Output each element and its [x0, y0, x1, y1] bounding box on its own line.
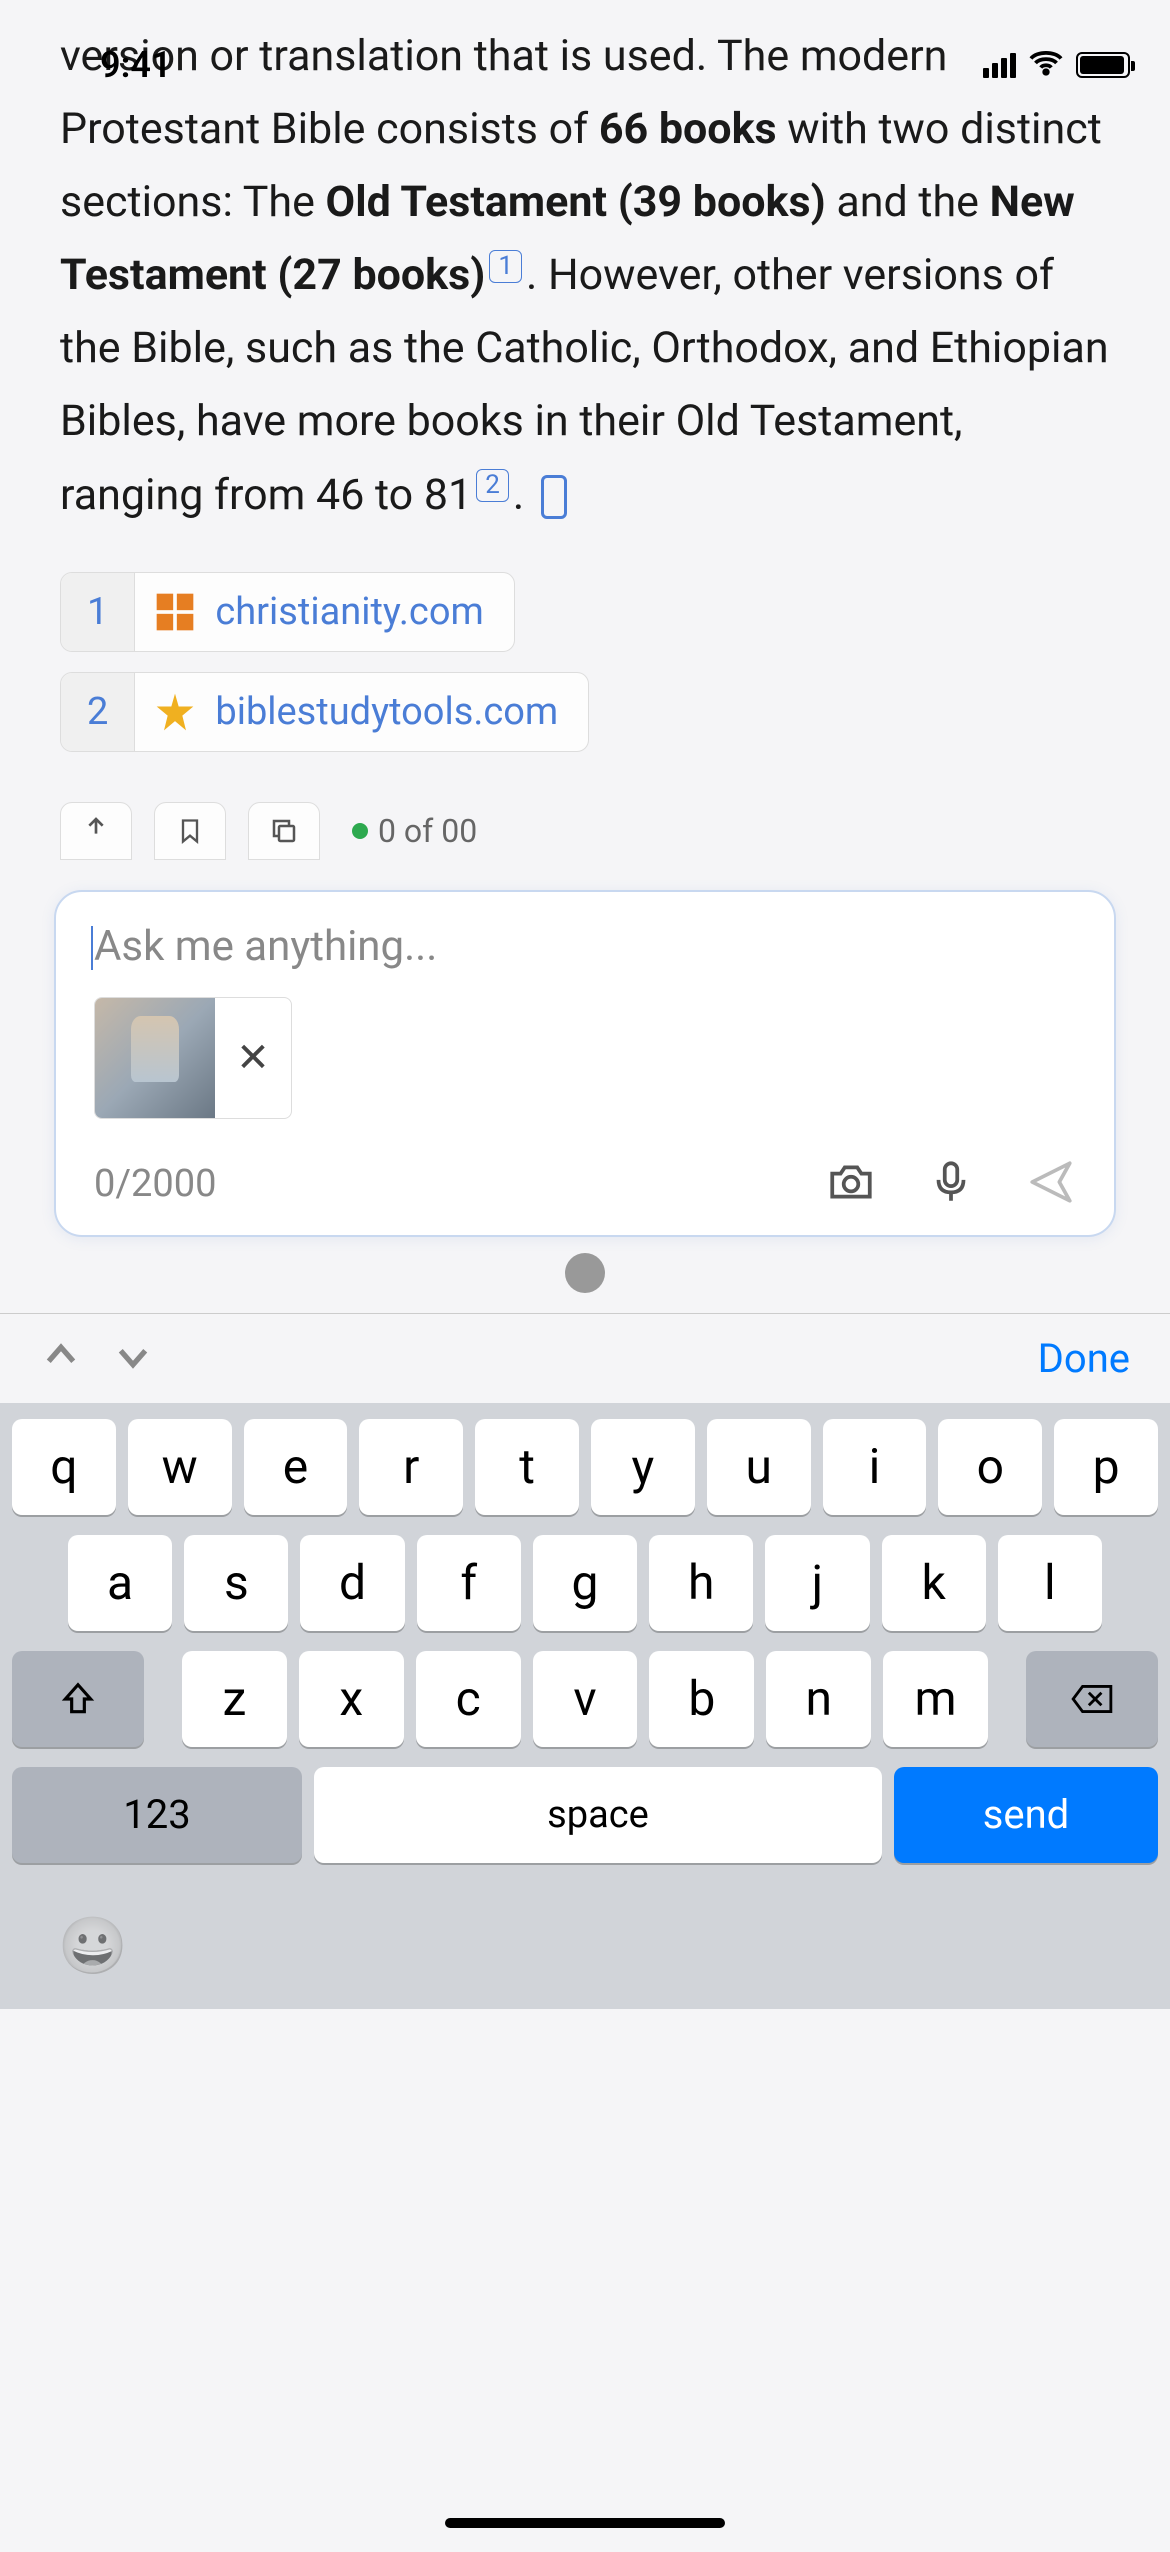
remove-attachment-button[interactable]: ✕: [215, 998, 291, 1118]
key-b[interactable]: b: [649, 1651, 754, 1747]
source-favicon-icon: [153, 690, 197, 734]
response-toolbar: 0 of 00: [0, 802, 1170, 860]
attachment-thumbnail: [95, 998, 215, 1118]
key-x[interactable]: x: [299, 1651, 404, 1747]
key-n[interactable]: n: [766, 1651, 871, 1747]
bookmark-button[interactable]: [154, 802, 226, 860]
keyboard-send-key[interactable]: send: [894, 1767, 1158, 1863]
text-cursor: [91, 926, 93, 970]
key-q[interactable]: q: [12, 1419, 116, 1515]
key-z[interactable]: z: [182, 1651, 287, 1747]
drag-handle-icon[interactable]: [565, 1253, 605, 1293]
source-domain: biblestudytools.com: [215, 690, 588, 734]
key-i[interactable]: i: [823, 1419, 927, 1515]
key-t[interactable]: t: [475, 1419, 579, 1515]
copy-button[interactable]: [248, 802, 320, 860]
source-number: 1: [61, 573, 135, 651]
status-time: 9:41: [100, 44, 172, 86]
source-chip-2[interactable]: 2 biblestudytools.com: [60, 672, 589, 752]
share-button[interactable]: [60, 802, 132, 860]
camera-button[interactable]: [826, 1157, 876, 1211]
key-j[interactable]: j: [765, 1535, 869, 1631]
numbers-key[interactable]: 123: [12, 1767, 302, 1863]
source-favicon-icon: [153, 590, 197, 634]
input-placeholder: Ask me anything...: [94, 922, 437, 971]
key-o[interactable]: o: [938, 1419, 1042, 1515]
key-c[interactable]: c: [416, 1651, 521, 1747]
send-button[interactable]: [1026, 1157, 1076, 1211]
sources-list: 1 christianity.com 2 biblestudytools.com: [0, 532, 1170, 792]
text-segment: and the: [826, 177, 990, 227]
text-segment: .: [513, 470, 524, 520]
chat-input-container[interactable]: Ask me anything... ✕ 0/2000: [54, 890, 1116, 1237]
shift-key[interactable]: [12, 1651, 144, 1747]
key-s[interactable]: s: [184, 1535, 288, 1631]
key-l[interactable]: l: [998, 1535, 1102, 1631]
chat-input[interactable]: Ask me anything...: [94, 922, 1076, 971]
key-a[interactable]: a: [68, 1535, 172, 1631]
key-p[interactable]: p: [1054, 1419, 1158, 1515]
key-m[interactable]: m: [883, 1651, 988, 1747]
emoji-button[interactable]: 😀: [58, 1913, 1112, 1979]
key-u[interactable]: u: [707, 1419, 811, 1515]
key-v[interactable]: v: [533, 1651, 638, 1747]
key-k[interactable]: k: [882, 1535, 986, 1631]
keyboard-toolbar: Done: [0, 1313, 1170, 1403]
wifi-icon: [1028, 45, 1064, 85]
source-chip-1[interactable]: 1 christianity.com: [60, 572, 515, 652]
keyboard: qwertyuiop asdfghjkl zxcvbnm 123 space s…: [0, 1403, 1170, 2009]
keyboard-done-button[interactable]: Done: [1038, 1335, 1130, 1382]
key-h[interactable]: h: [649, 1535, 753, 1631]
microphone-button[interactable]: [926, 1157, 976, 1211]
space-key[interactable]: space: [314, 1767, 882, 1863]
key-w[interactable]: w: [128, 1419, 232, 1515]
citation-2[interactable]: 2: [476, 469, 509, 502]
keyboard-next-button[interactable]: [112, 1335, 154, 1381]
character-counter: 0/2000: [94, 1162, 216, 1206]
text-bold: 66 books: [599, 104, 777, 154]
pagination-indicator: 0 of 00: [352, 812, 477, 850]
key-g[interactable]: g: [533, 1535, 637, 1631]
status-indicators: [983, 45, 1130, 85]
key-f[interactable]: f: [417, 1535, 521, 1631]
status-bar: 9:41: [0, 20, 1170, 110]
key-y[interactable]: y: [591, 1419, 695, 1515]
battery-icon: [1076, 52, 1130, 78]
keyboard-prev-button[interactable]: [40, 1335, 82, 1381]
status-dot-icon: [352, 823, 368, 839]
key-d[interactable]: d: [300, 1535, 404, 1631]
text-cursor-marker: [541, 475, 567, 519]
source-number: 2: [61, 673, 135, 751]
image-attachment[interactable]: ✕: [94, 997, 292, 1119]
backspace-key[interactable]: [1026, 1651, 1158, 1747]
source-domain: christianity.com: [215, 590, 513, 634]
pagination-text: 0 of 00: [378, 812, 477, 850]
text-bold: Old Testament (39 books): [326, 177, 826, 227]
key-e[interactable]: e: [244, 1419, 348, 1515]
home-indicator[interactable]: [445, 2518, 725, 2528]
cellular-signal-icon: [983, 53, 1016, 78]
citation-1[interactable]: 1: [489, 250, 522, 283]
key-r[interactable]: r: [359, 1419, 463, 1515]
